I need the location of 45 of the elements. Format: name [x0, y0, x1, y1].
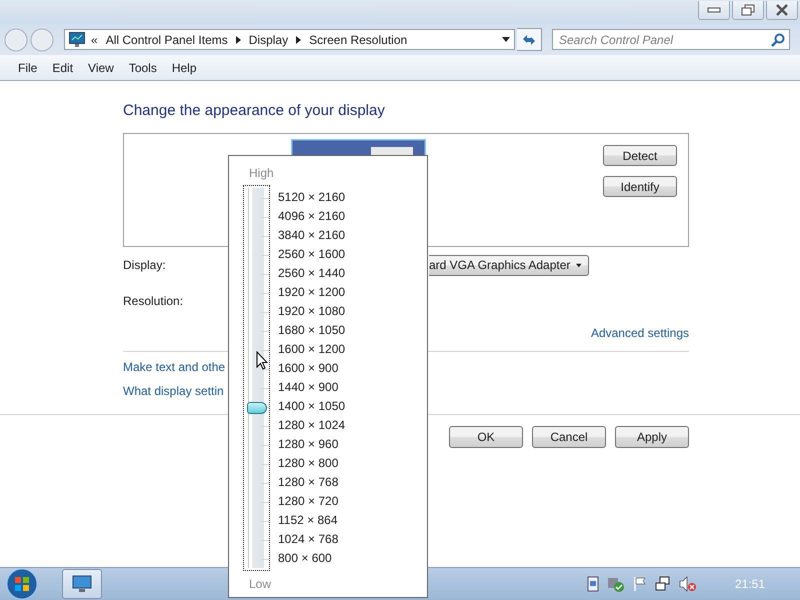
- resolution-option[interactable]: 3840 × 2160: [278, 226, 346, 245]
- dialog-button[interactable]: Cancel: [532, 426, 606, 448]
- resolution-option[interactable]: 2560 × 1600: [278, 245, 346, 264]
- advanced-settings-link[interactable]: Advanced settings: [590, 326, 689, 340]
- help-link[interactable]: What display settin: [123, 384, 224, 398]
- resolution-option[interactable]: 1680 × 1050: [278, 321, 346, 340]
- search-field[interactable]: Search Control Panel: [552, 29, 790, 50]
- resolution-option[interactable]: 1920 × 1200: [278, 283, 346, 302]
- breadcrumb-item[interactable]: All Control Panel Items: [106, 32, 228, 46]
- resolution-option[interactable]: 1280 × 800: [278, 454, 346, 473]
- menu-item[interactable]: File: [11, 58, 44, 76]
- menu-item[interactable]: View: [81, 58, 121, 76]
- breadcrumb-item[interactable]: Screen Resolution: [309, 32, 408, 46]
- resolution-option[interactable]: 5120 × 2160: [278, 188, 346, 207]
- resolution-option[interactable]: 1024 × 768: [278, 530, 346, 549]
- dialog-button[interactable]: Apply: [615, 426, 689, 448]
- menu-item[interactable]: Edit: [45, 58, 80, 76]
- resolution-option[interactable]: 800 × 600: [278, 549, 346, 568]
- high-label: High: [249, 166, 275, 182]
- resolution-option[interactable]: 1440 × 900: [278, 378, 346, 397]
- breadcrumb-item[interactable]: Display: [248, 32, 288, 46]
- resolution-option[interactable]: 1280 × 1024: [278, 416, 346, 435]
- resolution-option[interactable]: 1152 × 864: [278, 511, 346, 530]
- dialog-button[interactable]: OK: [449, 426, 523, 448]
- help-link[interactable]: Make text and othe: [123, 360, 226, 374]
- overflow-chevron[interactable]: «: [91, 32, 98, 46]
- resolution-option[interactable]: 1920 × 1080: [278, 302, 346, 321]
- display-dropdown[interactable]: ard VGA Graphics Adapter: [429, 254, 589, 276]
- resolution-option[interactable]: 1600 × 1200: [278, 340, 346, 359]
- resolution-option[interactable]: 1400 × 1050: [278, 397, 346, 416]
- resolution-option[interactable]: 1280 × 768: [278, 473, 346, 492]
- low-label: Low: [249, 577, 272, 591]
- resolution-option[interactable]: 1280 × 720: [278, 492, 346, 511]
- address-bar[interactable]: « All Control Panel Items Display Screen Resolution: [64, 29, 515, 50]
- resolution-option[interactable]: 2560 × 1440: [278, 264, 346, 283]
- display-label: Display:: [123, 258, 166, 272]
- resolution-option[interactable]: 1280 × 960: [278, 435, 346, 454]
- menu-item[interactable]: Tools: [122, 58, 164, 76]
- page-heading: Change the appearance of your display: [123, 102, 386, 121]
- preview-button[interactable]: Identify: [603, 176, 677, 197]
- preview-button[interactable]: Detect: [603, 145, 677, 166]
- menu-item[interactable]: Help: [164, 58, 204, 76]
- resolution-label: Resolution:: [123, 294, 184, 308]
- resolution-option[interactable]: 4096 × 2160: [278, 207, 346, 226]
- resolution-option[interactable]: 1600 × 900: [278, 359, 346, 378]
